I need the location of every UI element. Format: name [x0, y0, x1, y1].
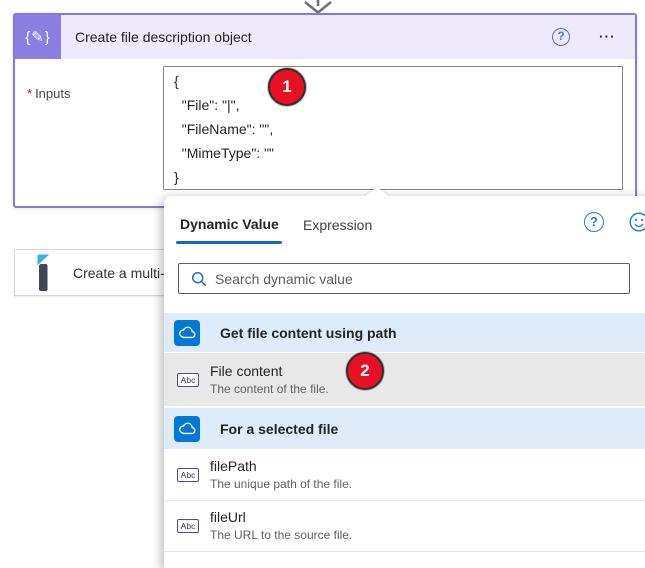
search-input[interactable] — [215, 271, 629, 287]
onedrive-icon — [174, 416, 200, 442]
active-tab-underline — [176, 241, 282, 244]
search-icon — [191, 271, 207, 287]
dynamic-value-picker: Dynamic Value Expression ? Get file cont… — [164, 196, 645, 568]
arrow-down-icon — [301, 0, 335, 14]
dynamic-value-list: Get file content using path Abc File con… — [164, 313, 645, 552]
compose-action-card: {✎} Create file description object ? ⋯ *… — [13, 13, 637, 208]
tab-expression[interactable]: Expression — [303, 217, 372, 233]
popup-beak — [364, 187, 390, 197]
item-name: fileUrl — [210, 509, 352, 526]
list-item-fileurl[interactable]: Abc fileUrl The URL to the source file. — [164, 501, 645, 552]
tab-dynamic-value[interactable]: Dynamic Value — [180, 216, 279, 232]
string-type-icon: Abc — [177, 468, 199, 482]
list-item-filepath[interactable]: Abc filePath The unique path of the file… — [164, 450, 645, 501]
help-button[interactable]: ? — [552, 28, 570, 46]
item-name: filePath — [210, 458, 352, 475]
feedback-button[interactable] — [629, 212, 645, 232]
string-type-icon: Abc — [177, 373, 199, 387]
group-header-for-a-selected-file[interactable]: For a selected file — [164, 408, 645, 450]
compose-card-header[interactable]: {✎} Create file description object ? ⋯ — [15, 15, 635, 59]
item-name: File content — [210, 363, 329, 380]
group-title: Get file content using path — [220, 325, 397, 341]
group-header-get-file-content[interactable]: Get file content using path — [164, 313, 645, 353]
smiley-icon — [629, 212, 645, 232]
search-box — [178, 263, 630, 294]
inputs-label: *Inputs — [27, 86, 70, 101]
required-asterisk: * — [27, 86, 32, 101]
inputs-field[interactable]: { "File": "|", "FileName": "", "MimeType… — [163, 66, 623, 190]
help-icon: ? — [552, 28, 570, 46]
item-description: The URL to the source file. — [210, 528, 352, 543]
list-item-file-content[interactable]: Abc File content The content of the file… — [164, 353, 645, 406]
item-description: The unique path of the file. — [210, 477, 352, 492]
annotation-badge-2: 2 — [346, 352, 384, 390]
next-action-title: Create a multi- — [73, 265, 165, 281]
string-type-icon: Abc — [177, 519, 199, 533]
picker-help-button[interactable]: ? — [584, 212, 604, 232]
custom-connector-icon — [35, 254, 57, 292]
compose-icon: {✎} — [15, 15, 61, 59]
group-title: For a selected file — [220, 421, 338, 437]
onedrive-icon — [174, 320, 200, 346]
item-description: The content of the file. — [210, 382, 329, 397]
more-options-button[interactable]: ⋯ — [598, 32, 617, 42]
annotation-badge-1: 1 — [268, 68, 306, 106]
action-title: Create file description object — [75, 29, 552, 45]
help-icon: ? — [584, 212, 604, 232]
